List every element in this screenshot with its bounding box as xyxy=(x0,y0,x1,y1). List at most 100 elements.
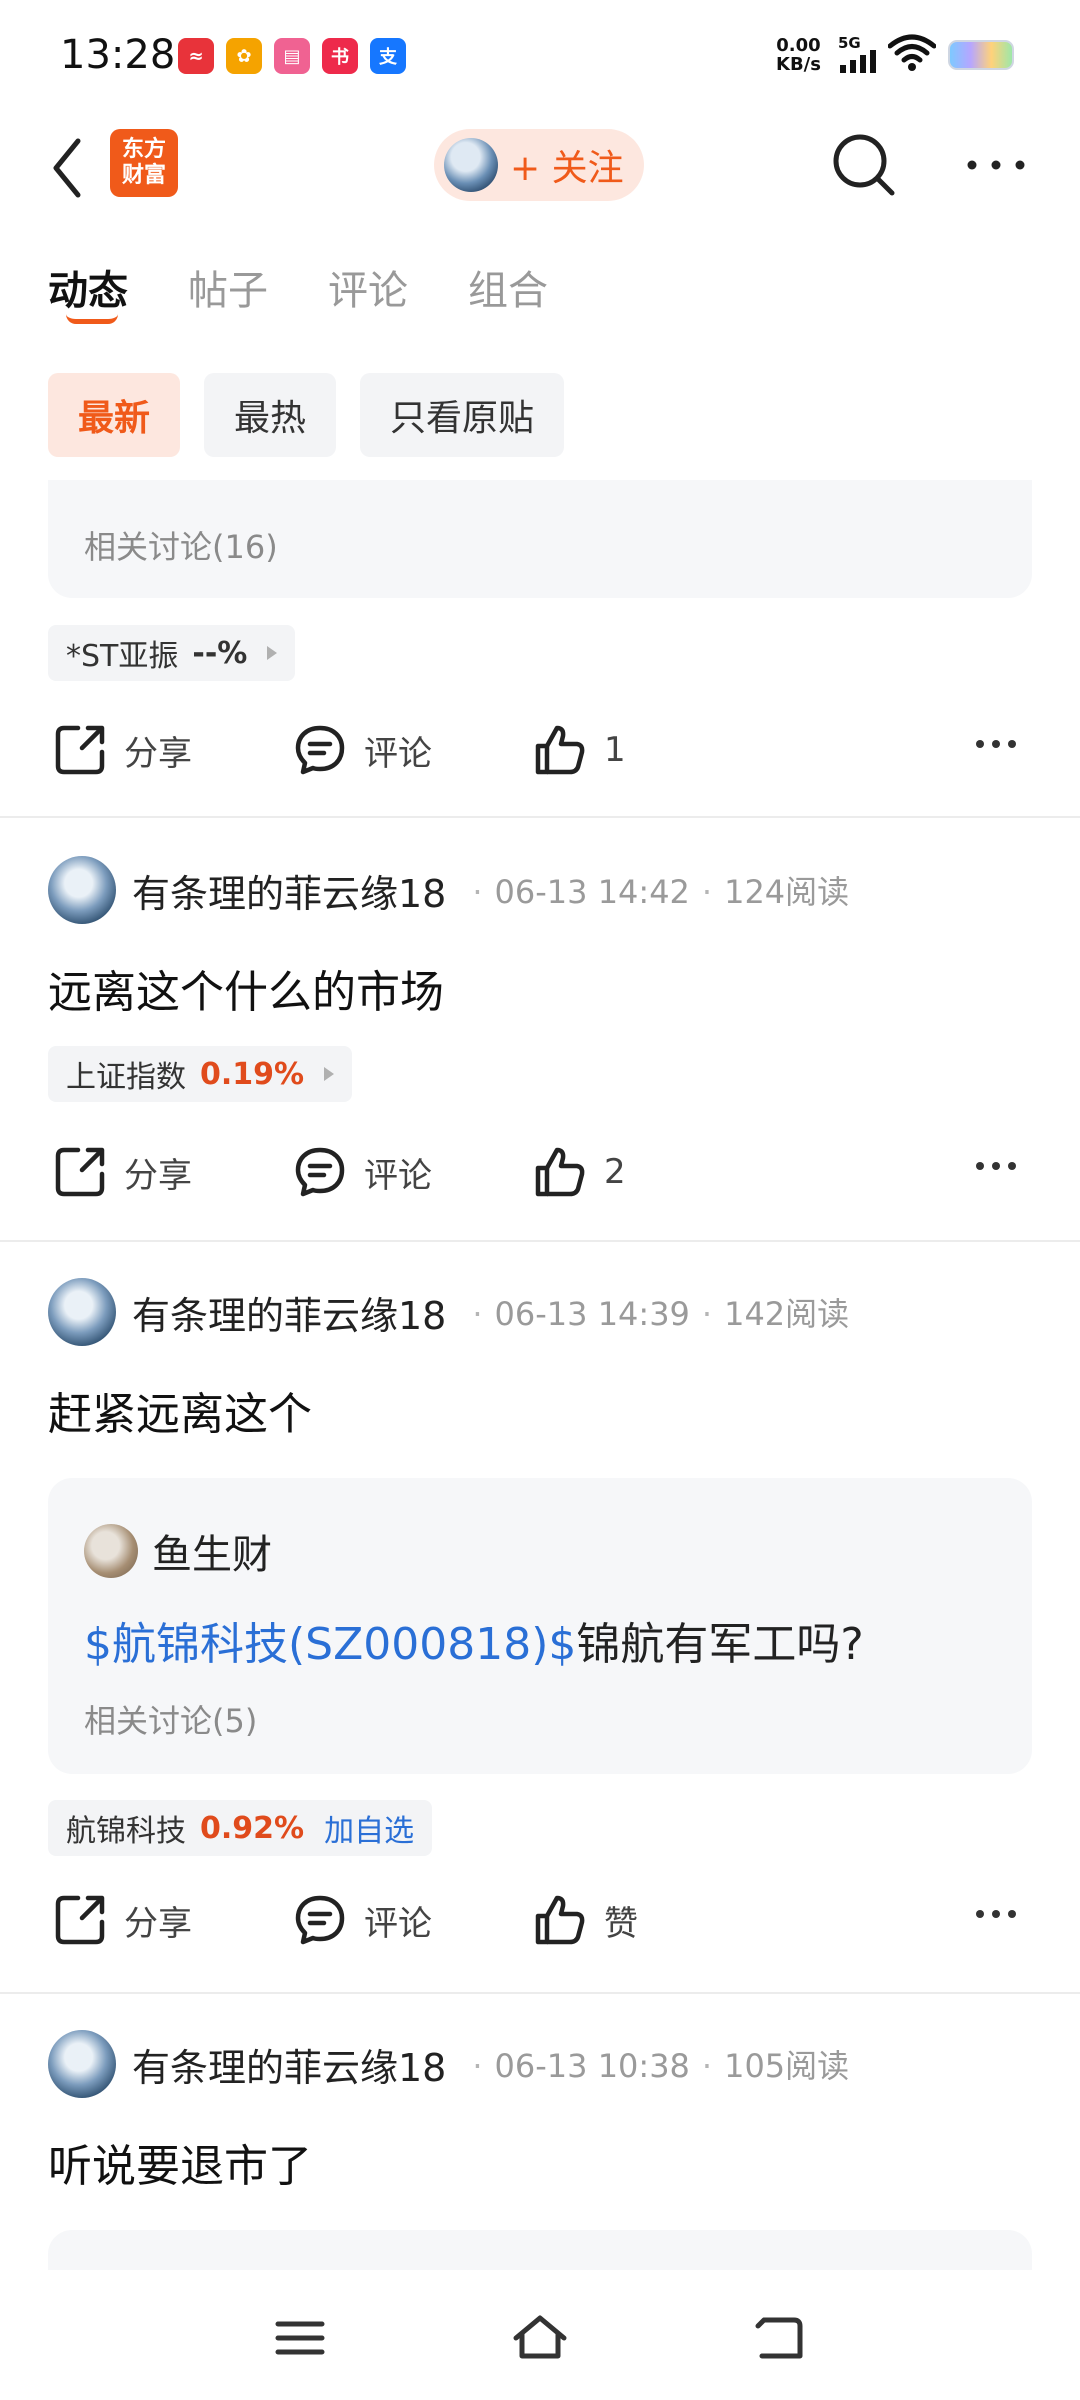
quote-text[interactable]: $航锦科技(SZ000818)$锦航有军工吗? xyxy=(84,1608,864,1672)
home-icon[interactable] xyxy=(510,2310,570,2366)
back-nav-icon[interactable] xyxy=(750,2310,810,2366)
post-header: 有条理的菲云缘18 · 06-13 14:42 · 124阅读 xyxy=(48,856,849,924)
share-label: 分享 xyxy=(124,1903,192,1944)
stock-app-icon: ≈ xyxy=(178,38,214,74)
comment-icon xyxy=(295,1147,345,1197)
tab-indicator xyxy=(66,314,118,324)
tab-label: 动态 xyxy=(48,268,128,314)
stock-change: 0.19% xyxy=(200,1056,305,1092)
related-discussions[interactable]: 相关讨论(5) xyxy=(84,1696,257,1742)
read-count: 142阅读 xyxy=(724,1295,850,1333)
comment-label: 评论 xyxy=(364,1155,432,1196)
system-nav-bar xyxy=(0,2270,1080,2400)
divider xyxy=(0,1992,1080,1994)
divider xyxy=(0,816,1080,818)
logo-line-2: 财富 xyxy=(121,163,166,188)
read-count: 124阅读 xyxy=(724,873,850,911)
stock-name: 航锦科技 xyxy=(66,1814,186,1849)
share-button[interactable]: 分享 xyxy=(52,1132,192,1212)
avatar[interactable] xyxy=(48,2030,116,2098)
quote-card[interactable]: 相关讨论(16) xyxy=(48,480,1032,598)
post-time: 06-13 14:42 xyxy=(494,873,690,911)
post-text[interactable]: 听说要退市了 xyxy=(48,2130,312,2194)
wifi-icon xyxy=(888,34,936,71)
filter-chips: 最新 最热 只看原贴 xyxy=(48,373,565,457)
tab-posts[interactable]: 帖子 xyxy=(188,258,268,316)
comment-button[interactable]: 评论 xyxy=(292,1132,432,1212)
tab-portfolio[interactable]: 组合 xyxy=(468,258,548,316)
app-logo[interactable]: 东方 财富 xyxy=(110,129,178,197)
related-discussions[interactable]: 相关讨论(16) xyxy=(84,522,278,568)
stock-change: 0.92% xyxy=(200,1810,305,1846)
menu-icon[interactable] xyxy=(270,2310,330,2366)
author-name[interactable]: 有条理的菲云缘18 xyxy=(132,1285,446,1340)
share-icon xyxy=(55,1895,105,1945)
post-header: 有条理的菲云缘18 · 06-13 14:39 · 142阅读 xyxy=(48,1278,849,1346)
stock-name: *ST亚振 xyxy=(66,639,179,674)
share-icon xyxy=(55,1147,105,1197)
post-text[interactable]: 赶紧远离这个 xyxy=(48,1378,312,1442)
quote-body: 锦航有军工吗? xyxy=(576,1619,864,1670)
avatar xyxy=(84,1524,138,1578)
divider xyxy=(0,1240,1080,1242)
net-speed-value: 0.00 xyxy=(776,35,821,56)
filter-hottest[interactable]: 最热 xyxy=(204,373,337,457)
stock-tag[interactable]: 航锦科技 0.92% 加自选 xyxy=(48,1800,433,1856)
read-count: 105阅读 xyxy=(724,2047,850,2085)
quote-author[interactable]: 鱼生财 xyxy=(84,1522,272,1580)
back-icon[interactable] xyxy=(44,133,94,203)
like-button[interactable]: 1 xyxy=(532,710,626,790)
like-button[interactable]: 赞 xyxy=(532,1880,638,1960)
avatar[interactable] xyxy=(48,856,116,924)
post-text[interactable]: 远离这个什么的市场 xyxy=(48,956,444,1020)
thumbs-up-icon xyxy=(535,1895,585,1945)
net-speed: 0.00 KB/s xyxy=(776,36,821,74)
quote-card[interactable] xyxy=(48,2230,1032,2270)
stock-change: --% xyxy=(192,635,248,671)
more-options-icon[interactable] xyxy=(976,1162,1016,1170)
thumbs-up-icon xyxy=(535,1147,585,1197)
post-header: 有条理的菲云缘18 · 06-13 10:38 · 105阅读 xyxy=(48,2030,849,2098)
share-button[interactable]: 分享 xyxy=(52,710,192,790)
feed[interactable]: 相关讨论(16) *ST亚振 --% 分享 评论 1 有条理的菲云缘18 · 06… xyxy=(0,480,1080,2270)
signal-icon xyxy=(840,50,876,73)
notification-icons: ≈ ✿ ▤ 书 支 xyxy=(178,38,406,74)
net-speed-unit: KB/s xyxy=(776,54,821,75)
tab-dynamic[interactable]: 动态 xyxy=(48,258,128,324)
comment-button[interactable]: 评论 xyxy=(292,710,432,790)
avatar xyxy=(444,138,498,192)
logo-line-1: 东方 xyxy=(121,137,166,162)
post-time: 06-13 14:39 xyxy=(494,1295,690,1333)
chevron-right-icon xyxy=(267,646,278,660)
quote-card[interactable]: 鱼生财 $航锦科技(SZ000818)$锦航有军工吗? 相关讨论(5) xyxy=(48,1478,1032,1774)
more-options-icon[interactable] xyxy=(976,1910,1016,1918)
filter-original-only[interactable]: 只看原贴 xyxy=(360,373,565,457)
comment-label: 评论 xyxy=(364,733,432,774)
post-actions: 分享 评论 赞 xyxy=(0,1880,1080,1960)
stock-tag[interactable]: *ST亚振 --% xyxy=(48,625,296,681)
stock-link[interactable]: $航锦科技(SZ000818)$ xyxy=(84,1619,576,1670)
more-options-icon[interactable] xyxy=(964,147,1028,183)
top-bar: 东方 财富 + 关注 xyxy=(0,115,1080,225)
share-label: 分享 xyxy=(124,1155,192,1196)
quote-author-name: 鱼生财 xyxy=(152,1532,272,1578)
more-options-icon[interactable] xyxy=(976,740,1016,748)
stock-tag[interactable]: 上证指数 0.19% xyxy=(48,1046,353,1102)
author-name[interactable]: 有条理的菲云缘18 xyxy=(132,2037,446,2092)
add-watchlist-button[interactable]: 加自选 xyxy=(324,1806,414,1850)
like-label: 赞 xyxy=(604,1903,638,1944)
filter-latest[interactable]: 最新 xyxy=(48,373,181,457)
comment-label: 评论 xyxy=(364,1903,432,1944)
author-name[interactable]: 有条理的菲云缘18 xyxy=(132,863,446,918)
share-button[interactable]: 分享 xyxy=(52,1880,192,1960)
like-button[interactable]: 2 xyxy=(532,1132,626,1212)
alipay-app-icon: 支 xyxy=(370,38,406,74)
comment-button[interactable]: 评论 xyxy=(292,1880,432,1960)
battery-icon xyxy=(948,40,1014,70)
clock: 13:28 xyxy=(60,32,176,78)
tab-comments[interactable]: 评论 xyxy=(328,258,408,316)
search-icon[interactable] xyxy=(828,129,900,201)
avatar[interactable] xyxy=(48,1278,116,1346)
follow-button[interactable]: + 关注 xyxy=(434,129,644,201)
follow-label: + 关注 xyxy=(510,148,624,189)
